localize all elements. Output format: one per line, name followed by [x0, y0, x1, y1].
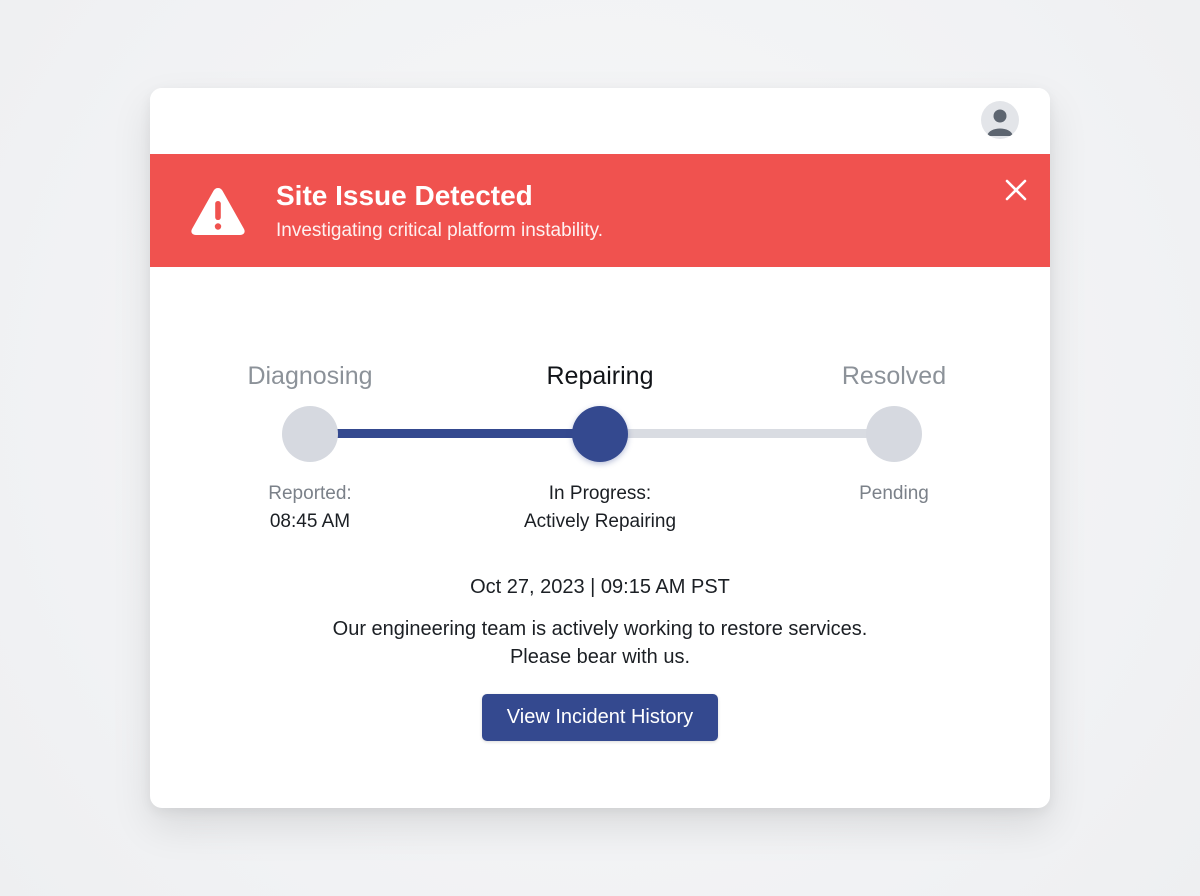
step-detail-label: Reported: [268, 483, 352, 504]
user-avatar-icon[interactable] [981, 101, 1019, 139]
status-message-line: Please bear with us. [509, 646, 691, 668]
issue-banner: Site Issue Detected Investigating critic… [150, 154, 1050, 267]
warning-triangle-icon [191, 188, 245, 235]
incident-status-card: Site Issue Detected Investigating critic… [150, 88, 1050, 808]
step-title-repairing: Repairing [546, 362, 654, 390]
person-icon [987, 109, 1013, 136]
view-incident-history-button[interactable]: View Incident History [482, 694, 718, 741]
page-background: Site Issue Detected Investigating critic… [0, 0, 1200, 896]
status-timestamp: Oct 27, 2023 | 09:15 AM PST [470, 576, 730, 598]
step-title-diagnosing: Diagnosing [247, 362, 373, 390]
banner-subtitle: Investigating critical platform instabil… [276, 220, 603, 241]
step-node-repairing [572, 406, 628, 462]
progress-stepper: Diagnosing Repairing Resolved Reported: … [150, 358, 1050, 558]
progress-track-complete [310, 429, 600, 438]
step-detail-repairing: In Progress: Actively Repairing [470, 480, 730, 536]
step-detail-value: Actively Repairing [523, 511, 677, 532]
progress-track-pending [600, 429, 894, 438]
banner-title: Site Issue Detected [276, 180, 533, 211]
step-detail-value: 08:45 AM [269, 511, 351, 532]
step-title-resolved: Resolved [841, 362, 947, 390]
step-node-resolved [866, 406, 922, 462]
step-detail-label: Pending [859, 483, 929, 504]
step-node-diagnosing [282, 406, 338, 462]
card-header [150, 88, 1050, 155]
close-button[interactable] [1000, 174, 1032, 206]
step-detail-resolved: Pending [764, 480, 1024, 508]
status-message: Our engineering team is actively working… [150, 615, 1050, 671]
step-detail-diagnosing: Reported: 08:45 AM [180, 480, 440, 536]
status-message-line: Our engineering team is actively working… [332, 618, 868, 640]
close-icon [1005, 179, 1027, 201]
step-detail-label: In Progress: [548, 483, 652, 504]
